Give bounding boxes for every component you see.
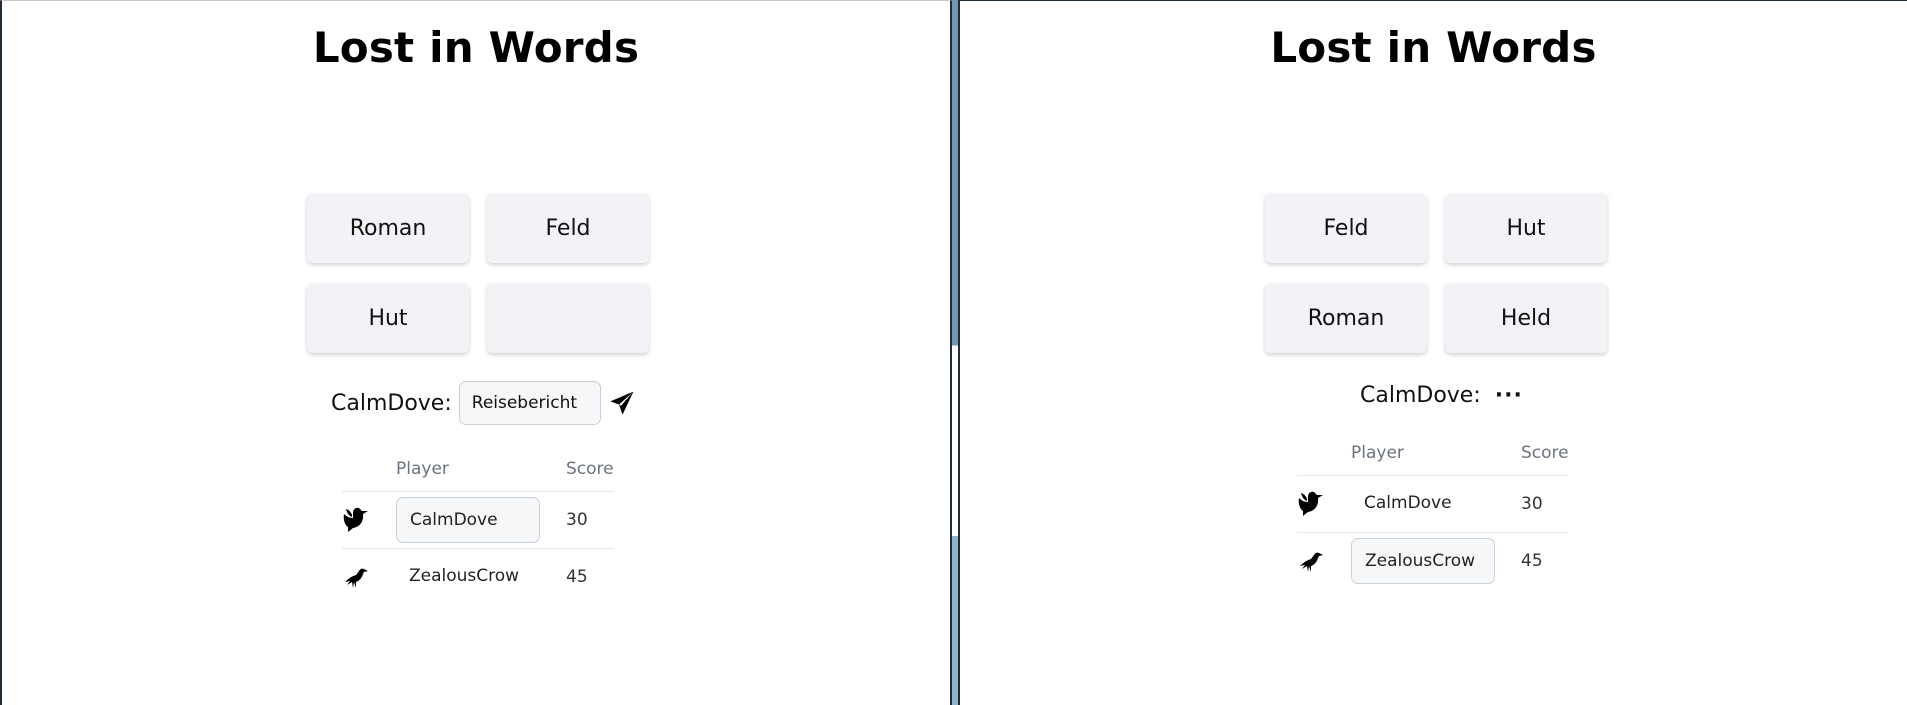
crow-icon <box>1300 552 1323 572</box>
word-tile[interactable]: Roman <box>307 193 469 263</box>
score-cell: 45 <box>1521 551 1543 571</box>
header-score: Score <box>566 447 614 492</box>
crow-icon <box>345 568 368 588</box>
word-tile[interactable]: Feld <box>1265 193 1427 263</box>
score-cell: 30 <box>566 491 614 549</box>
typing-indicator: ··· <box>1494 383 1523 408</box>
word-tile-empty[interactable] <box>487 283 649 353</box>
header-score: Score <box>1521 431 1569 476</box>
avatar <box>1297 475 1351 533</box>
avatar <box>342 549 396 606</box>
score-cell: 45 <box>566 567 588 587</box>
page-title: Lost in Words <box>1270 23 1597 72</box>
player-cell: CalmDove <box>396 491 566 549</box>
avatar <box>342 491 396 549</box>
player-name: ZealousCrow <box>409 566 520 586</box>
left-game-window: Lost in Words Roman Feld Hut CalmDove: P… <box>0 0 952 705</box>
dove-icon <box>1298 491 1323 516</box>
table-header-row: Player Score <box>342 447 614 492</box>
header-icon-col <box>342 447 396 492</box>
word-input[interactable] <box>458 381 601 425</box>
word-tile[interactable]: Feld <box>487 193 649 263</box>
chat-row: CalmDove: <box>331 381 635 425</box>
word-tile[interactable]: Hut <box>307 283 469 353</box>
player-name: CalmDove <box>1364 493 1452 513</box>
scoreboard-table: Player Score CalmDove 30 ZealousCrow 45 <box>342 447 614 605</box>
header-player: Player <box>1351 431 1521 476</box>
dove-icon <box>343 507 368 532</box>
avatar <box>1297 533 1351 590</box>
player-cell: CalmDove <box>1351 475 1521 533</box>
player-name-current: CalmDove <box>396 497 540 543</box>
score-cell: 30 <box>1521 475 1569 533</box>
chat-player-label: CalmDove: <box>1360 383 1481 408</box>
player-cell: ZealousCrow <box>396 549 566 606</box>
page-title: Lost in Words <box>312 23 640 72</box>
right-game-window: Lost in Words Feld Hut Roman Held CalmDo… <box>958 0 1907 705</box>
send-icon[interactable] <box>609 390 635 416</box>
table-row: CalmDove 30 <box>342 491 614 549</box>
word-tile[interactable]: Held <box>1445 283 1607 353</box>
word-tile[interactable]: Roman <box>1265 283 1427 353</box>
header-player: Player <box>396 447 566 492</box>
chat-row: CalmDove: ··· <box>1360 383 1523 408</box>
player-name-current: ZealousCrow <box>1351 538 1495 584</box>
scoreboard-table: Player Score CalmDove 30 ZealousCrow 45 <box>1297 431 1569 589</box>
table-row: ZealousCrow 45 <box>342 549 614 606</box>
word-tile[interactable]: Hut <box>1445 193 1607 263</box>
table-row: ZealousCrow 45 <box>1297 533 1569 590</box>
table-row: CalmDove 30 <box>1297 475 1569 533</box>
header-icon-col <box>1297 431 1351 476</box>
player-cell: ZealousCrow <box>1351 533 1521 590</box>
table-header-row: Player Score <box>1297 431 1569 476</box>
chat-player-label: CalmDove: <box>331 390 452 416</box>
